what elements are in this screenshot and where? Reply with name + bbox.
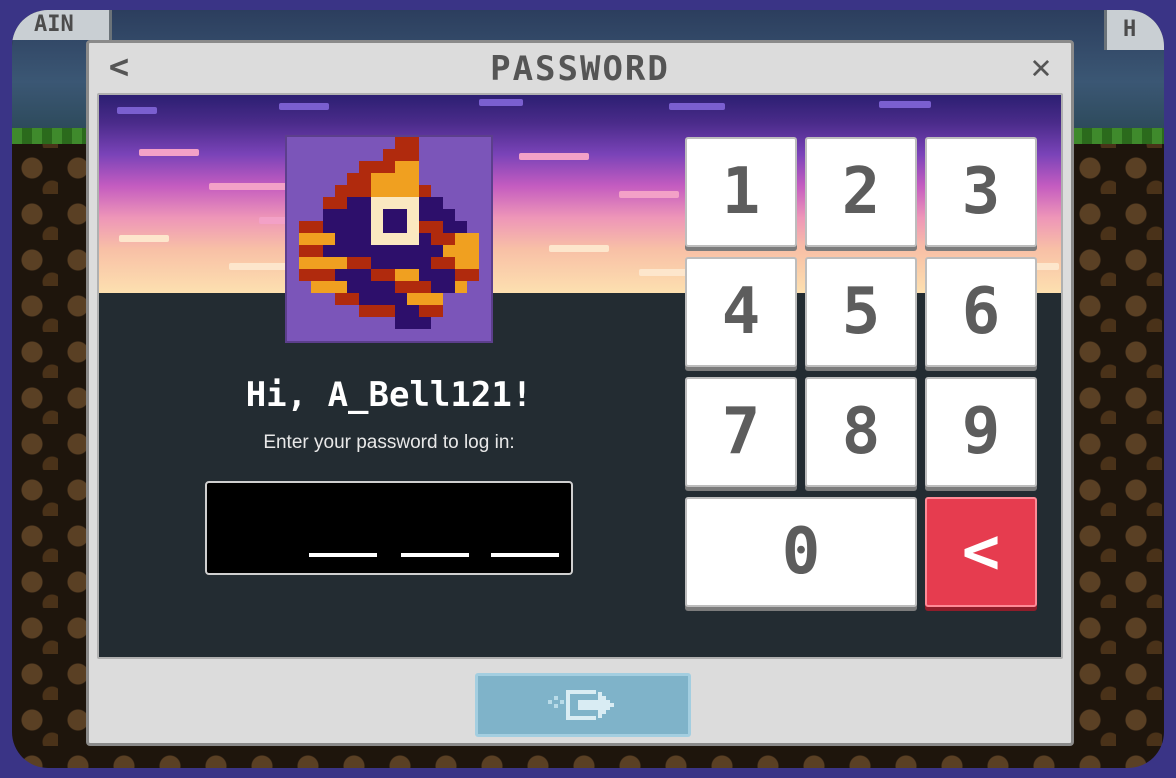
password-slot-3: [491, 553, 559, 557]
key-0[interactable]: 0: [685, 497, 917, 607]
game-topbar-label: AIN: [12, 10, 112, 40]
close-button[interactable]: ✕: [1021, 47, 1061, 87]
login-panel: Hi, A_Bell121! Enter your password to lo…: [97, 93, 1063, 659]
dialog-title: PASSWORD: [490, 49, 670, 89]
key-5[interactable]: 5: [805, 257, 917, 367]
key-4[interactable]: 4: [685, 257, 797, 367]
enter-arrow-icon: [548, 690, 614, 720]
submit-button[interactable]: [475, 673, 691, 737]
key-9[interactable]: 9: [925, 377, 1037, 487]
bird-avatar-icon: [299, 137, 479, 329]
key-7[interactable]: 7: [685, 377, 797, 487]
greeting-text: Hi, A_Bell121!: [245, 375, 533, 415]
dialog-header: < PASSWORD ✕: [89, 43, 1071, 93]
delete-key[interactable]: <: [925, 497, 1037, 607]
key-1[interactable]: 1: [685, 137, 797, 247]
password-dialog: < PASSWORD ✕ Hi, A_Bell121! Enter your p…: [86, 40, 1074, 746]
key-8[interactable]: 8: [805, 377, 917, 487]
key-2[interactable]: 2: [805, 137, 917, 247]
password-slot-2: [401, 553, 469, 557]
game-topright-label: H: [1104, 10, 1164, 50]
password-slot-1: [309, 553, 377, 557]
password-input[interactable]: [205, 481, 573, 575]
password-prompt: Enter your password to log in:: [263, 432, 515, 453]
key-3[interactable]: 3: [925, 137, 1037, 247]
avatar: [287, 137, 491, 341]
key-6[interactable]: 6: [925, 257, 1037, 367]
